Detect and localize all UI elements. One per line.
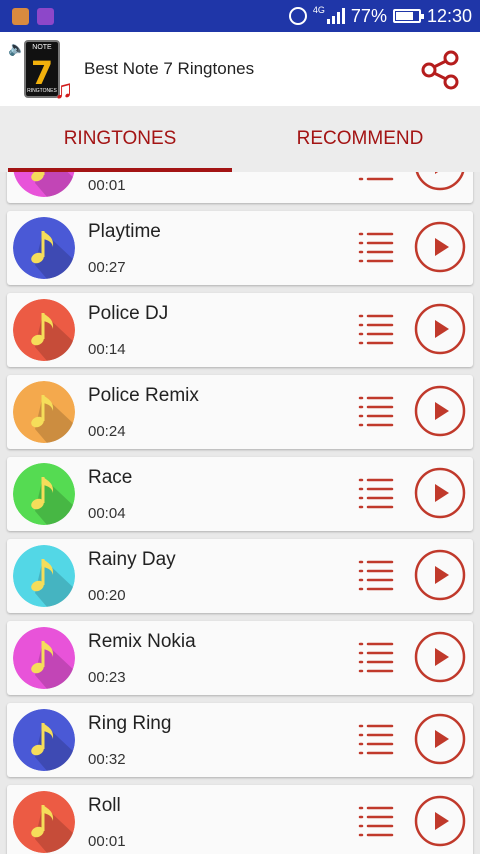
- list-menu-icon[interactable]: [358, 312, 394, 348]
- tab-bar: RINGTONES RECOMMEND: [0, 106, 480, 172]
- battery-icon: [392, 9, 424, 23]
- ringtone-name: Ring Ring: [88, 713, 172, 734]
- ringtone-row[interactable]: Playtime 00:27: [7, 211, 473, 285]
- ringtone-name: Remix Nokia: [88, 631, 196, 652]
- speaker-icon: 🔈: [8, 40, 26, 56]
- play-icon[interactable]: [414, 221, 466, 273]
- music-note-icon: [13, 381, 75, 443]
- music-note-icon: [13, 791, 75, 853]
- share-icon[interactable]: [418, 48, 462, 92]
- ringtone-row[interactable]: Rainy Day 00:20: [7, 539, 473, 613]
- list-menu-icon[interactable]: [358, 172, 394, 184]
- ringtone-duration: 00:24: [88, 423, 126, 440]
- ringtone-row[interactable]: Police Remix 00:24: [7, 375, 473, 449]
- ringtone-name: Playtime: [88, 221, 161, 242]
- music-note-icon: [13, 545, 75, 607]
- ringtone-name: Police Remix: [88, 385, 199, 406]
- ringtone-duration: 00:23: [88, 669, 126, 686]
- ringtone-duration: 00:01: [88, 833, 126, 850]
- play-icon[interactable]: [414, 172, 466, 191]
- play-icon[interactable]: [414, 467, 466, 519]
- ringtone-row[interactable]: Roll 00:01: [7, 785, 473, 854]
- signal-icon: [326, 8, 345, 24]
- play-icon[interactable]: [414, 795, 466, 847]
- list-menu-icon[interactable]: [358, 804, 394, 840]
- music-note-icon: [13, 217, 75, 279]
- network-type: 4G: [312, 5, 325, 15]
- ringtone-name: Police DJ: [88, 303, 169, 324]
- notification-app-icon: [12, 7, 29, 25]
- ringtone-row[interactable]: Police DJ 00:14: [7, 293, 473, 367]
- ringtone-name: Rainy Day: [88, 549, 176, 570]
- battery-percent: 77%: [350, 5, 387, 26]
- ringtone-row[interactable]: Ring Ring 00:32: [7, 703, 473, 777]
- music-note-icon: [13, 172, 75, 197]
- ringtone-list[interactable]: 00:01 Playtime 00:27 Police DJ 00:14 Pol…: [0, 172, 480, 854]
- ringtone-duration: 00:04: [88, 505, 126, 522]
- ringtone-row[interactable]: Race 00:04: [7, 457, 473, 531]
- notification-gallery-icon: [37, 7, 54, 25]
- list-menu-icon[interactable]: [358, 394, 394, 430]
- list-menu-icon[interactable]: [358, 558, 394, 594]
- list-menu-icon[interactable]: [358, 640, 394, 676]
- music-note-icon: [13, 709, 75, 771]
- play-icon[interactable]: [414, 631, 466, 683]
- app-bar: 🔈 NOTE 7 RINGTONES ♫ Best Note 7 Rington…: [0, 32, 480, 106]
- music-note-icon: [13, 299, 75, 361]
- app-title: Best Note 7 Ringtones: [84, 59, 255, 78]
- play-icon[interactable]: [414, 713, 466, 765]
- clock: 12:30: [426, 5, 472, 26]
- tab-recommend[interactable]: RECOMMEND: [240, 106, 480, 172]
- ringtone-duration: 00:27: [88, 259, 126, 276]
- list-menu-icon[interactable]: [358, 476, 394, 512]
- status-bar: 4G 77% 12:30: [0, 0, 480, 32]
- music-note-icon: [13, 627, 75, 689]
- play-icon[interactable]: [414, 385, 466, 437]
- ringtone-name: Roll: [88, 795, 121, 816]
- list-menu-icon[interactable]: [358, 230, 394, 266]
- music-note-icon: [13, 463, 75, 525]
- app-logo: 🔈 NOTE 7 RINGTONES ♫: [8, 40, 74, 104]
- ringtone-duration: 00:01: [88, 177, 126, 194]
- tab-ringtones[interactable]: RINGTONES: [0, 106, 240, 172]
- ringtone-duration: 00:20: [88, 587, 126, 604]
- list-menu-icon[interactable]: [358, 722, 394, 758]
- ringtone-row[interactable]: Remix Nokia 00:23: [7, 621, 473, 695]
- ringtone-row[interactable]: 00:01: [7, 172, 473, 203]
- ringtone-duration: 00:32: [88, 751, 126, 768]
- ringtone-name: Race: [88, 467, 133, 488]
- alarm-icon: [288, 7, 307, 25]
- play-icon[interactable]: [414, 549, 466, 601]
- ringtone-duration: 00:14: [88, 341, 126, 358]
- play-icon[interactable]: [414, 303, 466, 355]
- music-note-icon: ♫: [54, 74, 74, 104]
